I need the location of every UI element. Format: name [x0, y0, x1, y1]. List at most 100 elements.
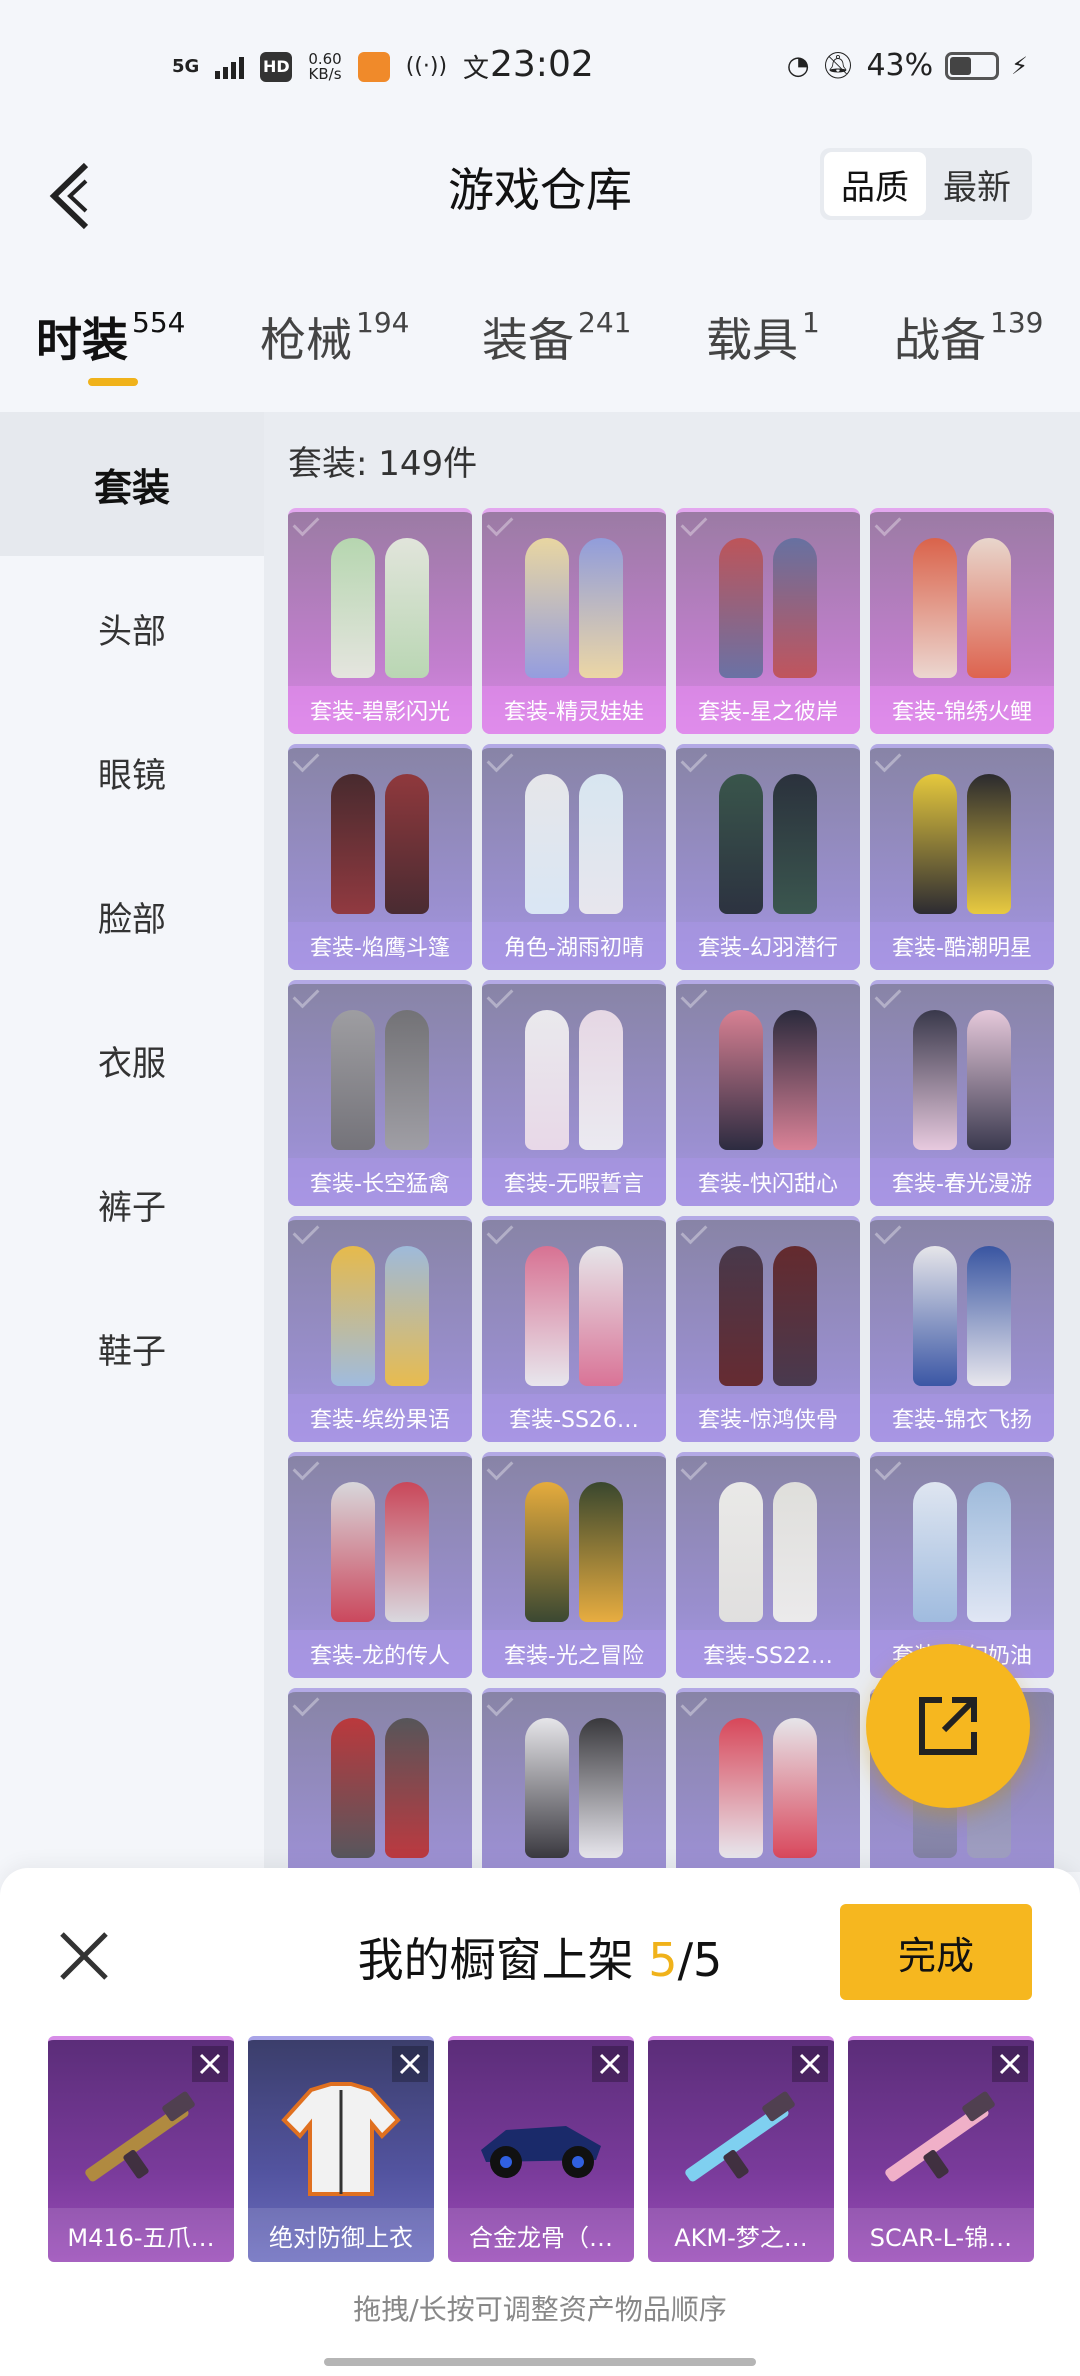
showcase-item[interactable]: 绝对防御上衣 [248, 2036, 434, 2262]
outfit-figure [525, 1010, 569, 1150]
outfit-card[interactable]: 角色-湖雨初晴 [482, 744, 666, 970]
showcase-shelf: M416-五爪… 绝对防御上衣 合金龙骨（… AKM-梦之… SCAR-L-锦… [48, 2036, 1034, 2262]
outfit-image [482, 1706, 666, 1872]
tab-equipment[interactable]: 装备 241 [482, 304, 631, 370]
outfit-figure [579, 1482, 623, 1622]
network-type: 5G [172, 55, 200, 77]
outfit-card[interactable]: 套装-幻羽潜行 [676, 744, 860, 970]
close-icon [199, 2053, 221, 2075]
signal-icon [215, 55, 245, 79]
outfit-image [482, 1470, 666, 1636]
showcase-item[interactable]: M416-五爪… [48, 2036, 234, 2262]
car-image [448, 2080, 634, 2200]
showcase-item[interactable]: 合金龙骨（… [448, 2036, 634, 2262]
outfit-card[interactable]: 套装-光之冒险 [482, 1452, 666, 1678]
outfit-figure [331, 774, 375, 914]
remove-item-button[interactable] [192, 2046, 228, 2082]
nav-bar: 游戏仓库 品质 最新 [0, 140, 1080, 290]
outfit-name: 套装-SS26… [482, 1394, 666, 1442]
category-tabs: 时装 554 枪械 194 装备 241 载具 1 战备 139 [0, 290, 1080, 410]
outfit-card[interactable] [482, 1688, 666, 1872]
tab-fashion[interactable]: 时装 554 [36, 304, 185, 370]
outfit-card[interactable]: 套装-惊鸿侠骨 [676, 1216, 860, 1442]
outfit-figure [331, 1718, 375, 1858]
tab-count: 139 [990, 306, 1044, 339]
showcase-item[interactable]: SCAR-L-锦… [848, 2036, 1034, 2262]
sidebar-item-head[interactable]: 头部 [0, 556, 264, 700]
showcase-item[interactable]: AKM-梦之… [648, 2036, 834, 2262]
outfit-name: 套装-碧影闪光 [288, 686, 472, 734]
outfit-figure [385, 1482, 429, 1622]
outfit-card[interactable]: 套装-锦衣飞扬 [870, 1216, 1054, 1442]
outfit-figure [331, 1482, 375, 1622]
outfit-card[interactable]: 套装-快闪甜心 [676, 980, 860, 1206]
outfit-card[interactable] [288, 1688, 472, 1872]
outfit-figure [913, 1010, 957, 1150]
outfit-figure [579, 538, 623, 678]
outfit-card[interactable]: 套装-春光漫游 [870, 980, 1054, 1206]
outfit-figure [331, 1010, 375, 1150]
outfit-card[interactable]: 套装-酷潮明星 [870, 744, 1054, 970]
tab-guns[interactable]: 枪械 194 [260, 304, 409, 370]
outfit-image [482, 1234, 666, 1400]
outfit-figure [719, 538, 763, 678]
outfit-image [870, 1234, 1054, 1400]
outfit-figure [385, 1010, 429, 1150]
active-tab-indicator [88, 378, 138, 386]
outfit-name: 套装-光之冒险 [482, 1630, 666, 1678]
sort-option-quality[interactable]: 品质 [824, 152, 926, 216]
remove-item-button[interactable] [992, 2046, 1028, 2082]
outfit-figure [579, 1010, 623, 1150]
outfit-card[interactable]: 套装-龙的传人 [288, 1452, 472, 1678]
outfit-figure [385, 538, 429, 678]
share-fab[interactable] [866, 1644, 1030, 1808]
outfit-card[interactable]: 套装-梦幻奶油 [870, 1452, 1054, 1678]
outfit-name: 套装-快闪甜心 [676, 1158, 860, 1206]
outfit-figure [967, 1482, 1011, 1622]
outfit-figure [579, 1246, 623, 1386]
done-button[interactable]: 完成 [840, 1904, 1032, 2000]
outfit-card[interactable]: 套装-焰鹰斗篷 [288, 744, 472, 970]
outfit-card[interactable]: 套装-精灵娃娃 [482, 508, 666, 734]
outfit-card[interactable]: 套装-SS22… [676, 1452, 860, 1678]
tab-count: 554 [132, 306, 186, 339]
tab-supplies[interactable]: 战备 139 [894, 304, 1043, 370]
showcase-item-name: M416-五爪… [48, 2208, 234, 2262]
sidebar-item-clothes[interactable]: 衣服 [0, 988, 264, 1132]
outfit-card[interactable]: 套装-SS26… [482, 1216, 666, 1442]
charging-icon: ⚡︎ [1011, 51, 1028, 80]
app-notification-icon [357, 51, 390, 82]
sidebar-item-outfit[interactable]: 套装 [0, 412, 264, 556]
outfit-image [676, 1234, 860, 1400]
sidebar-item-shoes[interactable]: 鞋子 [0, 1276, 264, 1420]
sidebar-item-glasses[interactable]: 眼镜 [0, 700, 264, 844]
outfit-figure [525, 1482, 569, 1622]
sort-option-latest[interactable]: 最新 [926, 152, 1028, 216]
remove-item-button[interactable] [592, 2046, 628, 2082]
outfit-card[interactable]: 套装-无暇誓言 [482, 980, 666, 1206]
sidebar-item-pants[interactable]: 裤子 [0, 1132, 264, 1276]
sidebar-item-face[interactable]: 脸部 [0, 844, 264, 988]
outfit-image [482, 526, 666, 692]
hd-badge: HD [260, 51, 293, 82]
tab-label: 载具 [706, 313, 798, 367]
outfit-card[interactable]: 套装-长空猛禽 [288, 980, 472, 1206]
outfit-card[interactable]: 套装-缤纷果语 [288, 1216, 472, 1442]
remove-item-button[interactable] [392, 2046, 428, 2082]
network-speed: 0.60 KB/s [308, 49, 342, 83]
tab-label: 装备 [482, 313, 574, 367]
outfit-card[interactable]: 套装-星之彼岸 [676, 508, 860, 734]
sort-toggle: 品质 最新 [820, 148, 1032, 220]
outfit-figure [967, 538, 1011, 678]
tab-vehicles[interactable]: 载具 1 [706, 304, 820, 370]
outfit-card[interactable]: 套装-锦绣火鲤 [870, 508, 1054, 734]
outfit-card[interactable] [676, 1688, 860, 1872]
outfit-figure [773, 538, 817, 678]
showcase-item-name: SCAR-L-锦… [848, 2208, 1034, 2262]
outfit-image [676, 1706, 860, 1872]
outfit-card[interactable]: 套装-碧影闪光 [288, 508, 472, 734]
rifle-image [848, 2080, 1034, 2200]
home-indicator[interactable] [324, 2358, 756, 2366]
remove-item-button[interactable] [792, 2046, 828, 2082]
status-left: 5G HD 0.60 KB/s ((·)) 文 [172, 48, 489, 85]
